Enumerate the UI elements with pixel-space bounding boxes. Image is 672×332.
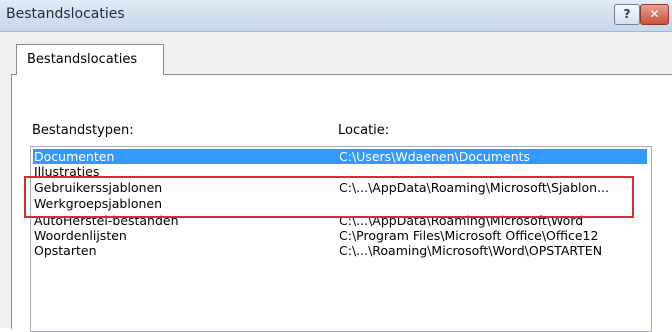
list-item[interactable]: Werkgroepsjablonen: [33, 196, 647, 211]
tab-bestandslocaties[interactable]: Bestandslocaties: [16, 44, 164, 75]
list-item-type: Werkgroepsjablonen: [34, 196, 163, 211]
list-item-type: Woordenlijsten: [34, 228, 127, 243]
window-title: Bestandslocaties: [6, 6, 125, 22]
column-header-file-types: Bestandstypen:: [32, 123, 134, 138]
file-locations-list[interactable]: Documenten C:\Users\Wdaenen\Documents Il…: [30, 146, 652, 332]
list-item[interactable]: Woordenlijsten C:\Program Files\Microsof…: [33, 228, 647, 243]
help-button[interactable]: ?: [614, 4, 640, 25]
list-item-type: Documenten: [34, 149, 115, 164]
close-button[interactable]: ✕: [640, 4, 669, 25]
list-item-location: C:\Users\Wdaenen\Documents: [339, 149, 531, 164]
list-item[interactable]: Gebruikerssjablonen C:\...\AppData\Roami…: [33, 180, 647, 195]
column-header-location: Locatie:: [338, 123, 390, 138]
dialog-body: Bestandslocaties Bestandstypen: Locatie:…: [0, 32, 672, 332]
list-item-type: Gebruikerssjablonen: [34, 180, 163, 195]
list-item-type: Illustraties: [34, 164, 100, 179]
list-item[interactable]: Illustraties: [33, 164, 647, 179]
list-item-location: C:\...\Roaming\Microsoft\Word\OPSTARTEN: [339, 243, 603, 258]
list-item-location: C:\...\AppData\Roaming\Microsoft\Word: [339, 213, 584, 228]
list-item-location: C:\Program Files\Microsoft Office\Office…: [339, 228, 599, 243]
list-item-type: Opstarten: [34, 243, 97, 258]
list-item-location: C:\...\AppData\Roaming\Microsoft\Sjablon…: [339, 180, 609, 195]
tab-label: Bestandslocaties: [27, 52, 138, 67]
list-item[interactable]: Opstarten C:\...\Roaming\Microsoft\Word\…: [33, 243, 647, 258]
title-bar: Bestandslocaties ? ✕: [0, 0, 672, 32]
help-icon: ?: [623, 7, 631, 21]
list-item[interactable]: AutoHerstel-bestanden C:\...\AppData\Roa…: [33, 213, 647, 228]
list-item[interactable]: Documenten C:\Users\Wdaenen\Documents: [33, 149, 647, 164]
tab-panel: Bestandstypen: Locatie: Documenten C:\Us…: [11, 74, 672, 332]
list-item-type: AutoHerstel-bestanden: [34, 213, 179, 228]
close-icon: ✕: [649, 7, 660, 21]
